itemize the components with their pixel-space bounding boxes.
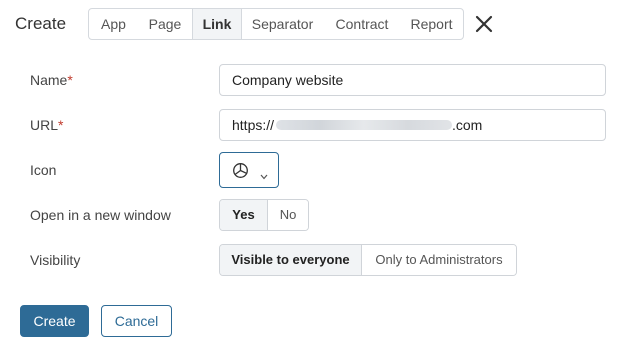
url-input[interactable]: https:// .com <box>219 109 606 141</box>
chevron-down-icon <box>260 167 268 185</box>
tab-separator[interactable]: Separator <box>242 9 324 39</box>
tab-app[interactable]: App <box>89 9 139 39</box>
visibility-label: Visibility <box>30 252 81 268</box>
icon-picker[interactable] <box>219 152 279 188</box>
url-prefix: https:// <box>232 117 275 133</box>
visibility-admins[interactable]: Only to Administrators <box>361 245 516 275</box>
icon-label: Icon <box>30 162 57 178</box>
new-window-toggle: Yes No <box>219 199 309 231</box>
new-window-label: Open in a new window <box>30 207 171 223</box>
close-icon[interactable] <box>474 14 494 34</box>
url-label: URL* <box>30 117 64 133</box>
tab-page[interactable]: Page <box>139 9 192 39</box>
visibility-toggle: Visible to everyone Only to Administrato… <box>219 244 517 276</box>
required-mark: * <box>58 117 64 133</box>
create-button[interactable]: Create <box>20 305 89 337</box>
name-input-value: Company website <box>232 72 344 88</box>
tab-report[interactable]: Report <box>401 9 463 39</box>
url-redacted <box>276 120 452 130</box>
tab-link[interactable]: Link <box>192 9 242 39</box>
cancel-button[interactable]: Cancel <box>101 305 172 337</box>
dialog-header: Create App Page Link Separator Contract … <box>0 0 620 48</box>
dialog-title: Create <box>15 14 67 33</box>
type-tabs: App Page Link Separator Contract Report <box>88 8 464 40</box>
url-suffix: .com <box>452 117 483 133</box>
tab-contract[interactable]: Contract <box>324 9 401 39</box>
new-window-no[interactable]: No <box>267 200 308 230</box>
visibility-everyone[interactable]: Visible to everyone <box>220 245 361 275</box>
name-input[interactable]: Company website <box>219 64 606 96</box>
pie-chart-icon <box>232 162 249 184</box>
required-mark: * <box>67 72 73 88</box>
name-label: Name* <box>30 72 73 88</box>
new-window-yes[interactable]: Yes <box>220 200 267 230</box>
